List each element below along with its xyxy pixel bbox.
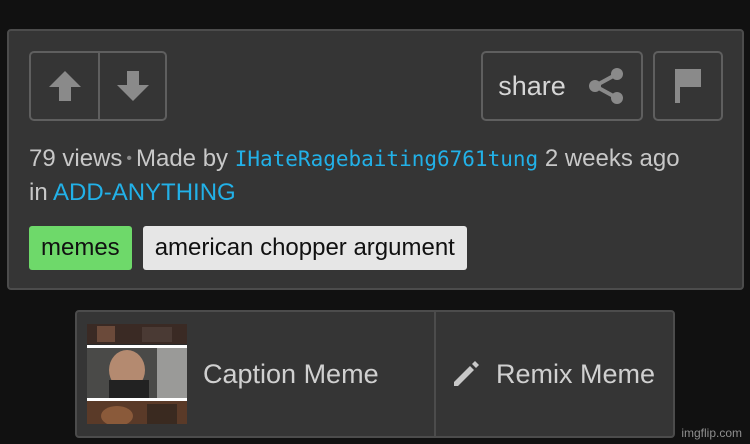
meta-line-2: in ADD-ANYTHING bbox=[29, 177, 729, 208]
downvote-button[interactable] bbox=[98, 53, 165, 119]
caption-meme-label: Caption Meme bbox=[203, 358, 379, 389]
flag-button[interactable] bbox=[653, 51, 723, 121]
tag-memes[interactable]: memes bbox=[29, 226, 132, 270]
remix-meme-label: Remix Meme bbox=[496, 358, 656, 389]
tag-american-chopper-argument[interactable]: american chopper argument bbox=[142, 226, 467, 270]
share-button[interactable]: share bbox=[481, 51, 643, 121]
remix-meme-button[interactable]: Remix Meme bbox=[436, 312, 673, 436]
meme-actions: Caption Meme Remix Meme bbox=[75, 310, 675, 438]
meme-info-panel: share 79 views • Made by IHateRagebaiting6… bbox=[7, 29, 744, 290]
caption-meme-button[interactable]: Caption Meme bbox=[77, 312, 436, 436]
imgflip-watermark: imgflip.com bbox=[681, 426, 742, 440]
tag-list: memes american chopper argument bbox=[29, 226, 467, 270]
vote-buttons bbox=[29, 51, 167, 121]
author-link[interactable]: IHateRagebaiting6761tung bbox=[235, 147, 538, 171]
made-by-label: Made by bbox=[135, 145, 229, 172]
time-ago: 2 weeks ago bbox=[544, 145, 680, 172]
stream-link[interactable]: ADD-ANYTHING bbox=[53, 179, 236, 206]
up-arrow-icon bbox=[48, 71, 81, 101]
view-count: 79 views bbox=[29, 145, 123, 172]
upvote-button[interactable] bbox=[31, 53, 98, 119]
meta-line-1: 79 views • Made by IHateRagebaiting6761tun… bbox=[29, 143, 729, 177]
share-icon bbox=[588, 68, 623, 104]
flag-icon bbox=[675, 69, 701, 103]
meme-thumbnail bbox=[87, 324, 187, 424]
meme-meta: 79 views • Made by IHateRagebaiting6761tun… bbox=[29, 143, 729, 208]
share-label: share bbox=[498, 70, 566, 101]
pencil-icon bbox=[454, 361, 479, 386]
down-arrow-icon bbox=[116, 71, 149, 101]
in-label: in bbox=[29, 179, 48, 206]
separator-dot: • bbox=[126, 150, 132, 167]
